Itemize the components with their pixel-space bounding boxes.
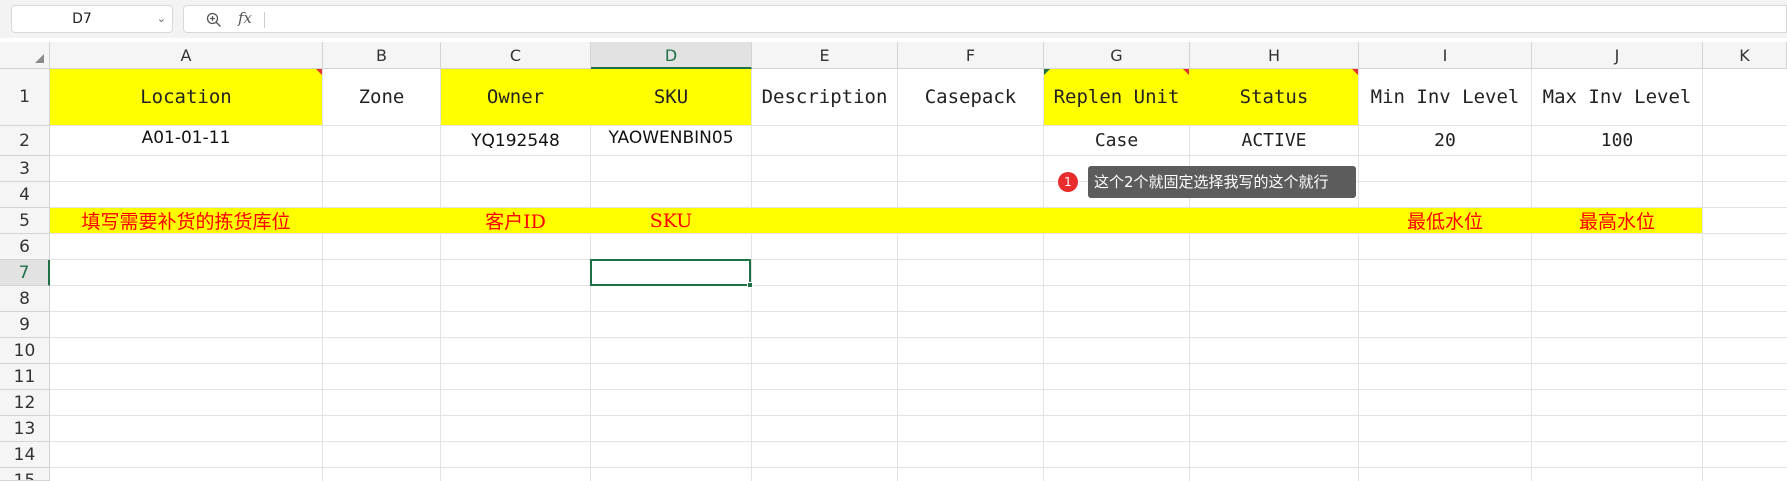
fx-icon[interactable]: fx <box>238 9 252 27</box>
gridline <box>751 69 752 481</box>
row-header-5[interactable]: 5 <box>0 208 50 234</box>
cell-c5[interactable]: 客户ID <box>441 208 590 233</box>
gridline <box>50 181 1787 182</box>
gridline <box>50 389 1787 390</box>
gridline <box>50 259 1787 260</box>
gridline <box>897 69 898 481</box>
cell-a2[interactable]: A01-01-11 <box>50 126 322 155</box>
cell-g2[interactable]: Case <box>1044 126 1189 155</box>
gridline <box>50 311 1787 312</box>
fill-handle[interactable] <box>747 282 753 288</box>
gridline <box>50 337 1787 338</box>
comment-badge[interactable]: 1 <box>1058 172 1078 192</box>
name-box-value: D7 <box>72 11 92 27</box>
column-header-a[interactable]: A <box>50 42 323 69</box>
active-cell-d7[interactable] <box>590 259 751 286</box>
column-header-i[interactable]: I <box>1359 42 1532 69</box>
cell-d2[interactable]: YAOWENBIN05 <box>591 126 751 155</box>
cell-b1[interactable]: Zone <box>323 69 440 125</box>
cell-g1[interactable]: Replen Unit <box>1044 69 1189 125</box>
gridline <box>1702 69 1703 481</box>
row-header-10[interactable]: 10 <box>0 338 50 364</box>
formula-bar: D7 ⌄ fx <box>0 0 1787 38</box>
gridline <box>50 285 1787 286</box>
cell-h2[interactable]: ACTIVE <box>1190 126 1358 155</box>
column-header-k[interactable]: K <box>1703 42 1787 69</box>
cell-f1[interactable]: Casepack <box>898 69 1043 125</box>
row-header-9[interactable]: 9 <box>0 312 50 338</box>
row-header-8[interactable]: 8 <box>0 286 50 312</box>
cell-c1[interactable]: Owner <box>441 69 590 125</box>
gridline <box>50 233 1787 234</box>
row-header-15[interactable]: 15 <box>0 468 50 481</box>
row-header-14[interactable]: 14 <box>0 442 50 468</box>
gridline <box>322 69 323 481</box>
gridline <box>50 415 1787 416</box>
column-header-g[interactable]: G <box>1044 42 1190 69</box>
cell-d5[interactable]: SKU <box>591 208 751 233</box>
row-header-12[interactable]: 12 <box>0 390 50 416</box>
column-header-c[interactable]: C <box>441 42 591 69</box>
cell-j2[interactable]: 100 <box>1532 126 1702 155</box>
zoom-icon[interactable] <box>206 12 222 28</box>
cell-j1[interactable]: Max Inv Level <box>1532 69 1702 125</box>
comment-tooltip: 这个2个就固定选择我写的这个就行 <box>1088 166 1356 198</box>
row-header-6[interactable]: 6 <box>0 234 50 260</box>
column-header-j[interactable]: J <box>1532 42 1703 69</box>
column-header-d[interactable]: D <box>591 42 752 69</box>
column-header-f[interactable]: F <box>898 42 1044 69</box>
cell-e1[interactable]: Description <box>752 69 897 125</box>
row-header-2[interactable]: 2 <box>0 126 50 156</box>
row-header-11[interactable]: 11 <box>0 364 50 390</box>
row-header-3[interactable]: 3 <box>0 156 50 182</box>
select-all-corner[interactable] <box>0 42 50 69</box>
gridline <box>50 155 1787 156</box>
cell-d1[interactable]: SKU <box>591 69 751 125</box>
cell-j5[interactable]: 最高水位 <box>1532 208 1702 233</box>
cell-i2[interactable]: 20 <box>1359 126 1531 155</box>
cell-h1[interactable]: Status <box>1190 69 1358 125</box>
cell-c2[interactable]: YQ192548 <box>441 126 590 155</box>
gridline <box>50 467 1787 468</box>
column-header-b[interactable]: B <box>323 42 441 69</box>
chevron-down-icon[interactable]: ⌄ <box>157 6 166 32</box>
cell-i1[interactable]: Min Inv Level <box>1359 69 1531 125</box>
column-header-h[interactable]: H <box>1190 42 1359 69</box>
row-header-1[interactable]: 1 <box>0 69 50 126</box>
row-header-4[interactable]: 4 <box>0 182 50 208</box>
select-all-icon <box>35 54 44 63</box>
name-box[interactable]: D7 ⌄ <box>11 5 173 33</box>
cell-a5[interactable]: 填写需要补货的拣货库位 <box>50 208 322 233</box>
cell-i5[interactable]: 最低水位 <box>1359 208 1531 233</box>
row-header-7[interactable]: 7 <box>0 260 50 286</box>
formula-input[interactable]: fx <box>183 5 1787 33</box>
column-header-e[interactable]: E <box>752 42 898 69</box>
gridline <box>50 441 1787 442</box>
row-header-13[interactable]: 13 <box>0 416 50 442</box>
gridline <box>50 363 1787 364</box>
formula-separator <box>264 12 265 28</box>
cell-a1[interactable]: Location <box>50 69 322 125</box>
